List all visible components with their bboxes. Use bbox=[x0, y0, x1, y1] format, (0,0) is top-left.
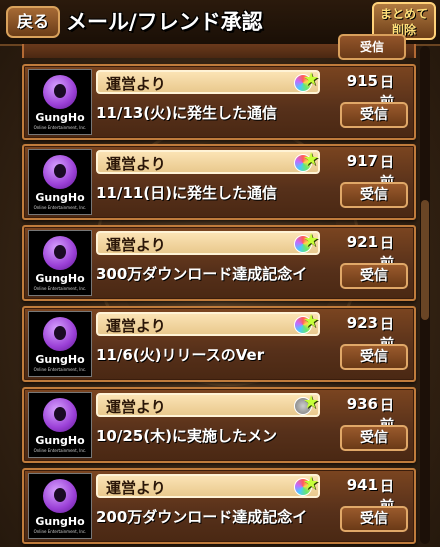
receive-button[interactable]: 受信 bbox=[340, 263, 408, 289]
mail-subject: 300万ダウンロード達成記念イ bbox=[96, 265, 308, 283]
back-button[interactable]: 戻る bbox=[6, 6, 60, 38]
avatar-logo-text: GungHo bbox=[35, 111, 85, 124]
sender-name: 運営より bbox=[106, 398, 166, 416]
avatar-logo-text: GungHo bbox=[35, 434, 85, 447]
avatar-logo-text: GungHo bbox=[35, 272, 85, 285]
gungho-logo-icon bbox=[43, 398, 77, 432]
star-icon: ★ bbox=[303, 149, 320, 170]
star-icon: ★ bbox=[303, 69, 320, 90]
receive-button[interactable]: 受信 bbox=[340, 425, 408, 451]
sender-name: 運営より bbox=[106, 236, 166, 254]
sender-box: 運営より bbox=[96, 231, 320, 255]
avatar-logo-text: GungHo bbox=[35, 515, 85, 528]
mail-subject: 11/11(日)に発生した通信 bbox=[96, 184, 277, 202]
receive-button[interactable]: 受信 bbox=[340, 182, 408, 208]
sender-name: 運営より bbox=[106, 155, 166, 173]
sender-box: 運営より bbox=[96, 312, 320, 336]
gungho-logo-icon bbox=[43, 317, 77, 351]
gungho-avatar: GungHo Online Entertainment, Inc. bbox=[28, 230, 92, 296]
avatar-logo-subtext: Online Entertainment, Inc. bbox=[33, 529, 87, 534]
mail-row[interactable]: GungHo Online Entertainment, Inc. 運営より ★ 915… bbox=[22, 64, 416, 140]
star-icon: ★ bbox=[303, 311, 320, 332]
partial-mail-row: 受信 bbox=[22, 34, 416, 60]
gungho-avatar: GungHo Online Entertainment, Inc. bbox=[28, 69, 92, 135]
avatar-logo-text: GungHo bbox=[35, 191, 85, 204]
sender-box: 運営より bbox=[96, 70, 320, 94]
page-title: メール/フレンド承認 bbox=[66, 10, 263, 34]
gungho-logo-icon bbox=[43, 155, 77, 189]
mail-subject: 11/13(火)に発生した通信 bbox=[96, 104, 277, 122]
mail-row[interactable]: GungHo Online Entertainment, Inc. 運営より ★ 917… bbox=[22, 144, 416, 220]
gungho-avatar: GungHo Online Entertainment, Inc. bbox=[28, 311, 92, 377]
avatar-logo-text: GungHo bbox=[35, 353, 85, 366]
star-icon: ★ bbox=[303, 392, 320, 413]
sender-box: 運営より bbox=[96, 393, 320, 417]
sender-box: 運営より bbox=[96, 150, 320, 174]
mail-row[interactable]: GungHo Online Entertainment, Inc. 運営より ★ 941… bbox=[22, 468, 416, 544]
avatar-logo-subtext: Online Entertainment, Inc. bbox=[33, 125, 87, 130]
star-icon: ★ bbox=[303, 473, 320, 494]
sender-name: 運営より bbox=[106, 75, 166, 93]
gungho-logo-icon bbox=[43, 75, 77, 109]
receive-button[interactable]: 受信 bbox=[340, 506, 408, 532]
avatar-logo-subtext: Online Entertainment, Inc. bbox=[33, 448, 87, 453]
mail-row[interactable]: GungHo Online Entertainment, Inc. 運営より ★ 921… bbox=[22, 225, 416, 301]
mail-row[interactable]: GungHo Online Entertainment, Inc. 運営より ★ 923… bbox=[22, 306, 416, 382]
avatar-logo-subtext: Online Entertainment, Inc. bbox=[33, 205, 87, 210]
sender-name: 運営より bbox=[106, 317, 166, 335]
avatar-logo-subtext: Online Entertainment, Inc. bbox=[33, 367, 87, 372]
scrollbar-thumb[interactable] bbox=[421, 200, 429, 320]
mail-subject: 200万ダウンロード達成記念イ bbox=[96, 508, 308, 526]
gungho-avatar: GungHo Online Entertainment, Inc. bbox=[28, 149, 92, 215]
star-icon: ★ bbox=[303, 230, 320, 251]
gungho-logo-icon bbox=[43, 236, 77, 270]
sender-box: 運営より bbox=[96, 474, 320, 498]
avatar-logo-subtext: Online Entertainment, Inc. bbox=[33, 286, 87, 291]
mail-subject: 11/6(火)リリースのVer bbox=[96, 346, 265, 364]
receive-button[interactable]: 受信 bbox=[340, 344, 408, 370]
partial-receive-button[interactable]: 受信 bbox=[338, 34, 406, 60]
receive-button[interactable]: 受信 bbox=[340, 102, 408, 128]
mail-subject: 10/25(木)に実施したメン bbox=[96, 427, 277, 445]
bulk-delete-label-1: まとめて bbox=[379, 7, 428, 21]
sender-name: 運営より bbox=[106, 479, 166, 497]
gungho-avatar: GungHo Online Entertainment, Inc. bbox=[28, 392, 92, 458]
gungho-logo-icon bbox=[43, 479, 77, 513]
gungho-avatar: GungHo Online Entertainment, Inc. bbox=[28, 473, 92, 539]
mail-row[interactable]: GungHo Online Entertainment, Inc. 運営より ★ 936… bbox=[22, 387, 416, 463]
